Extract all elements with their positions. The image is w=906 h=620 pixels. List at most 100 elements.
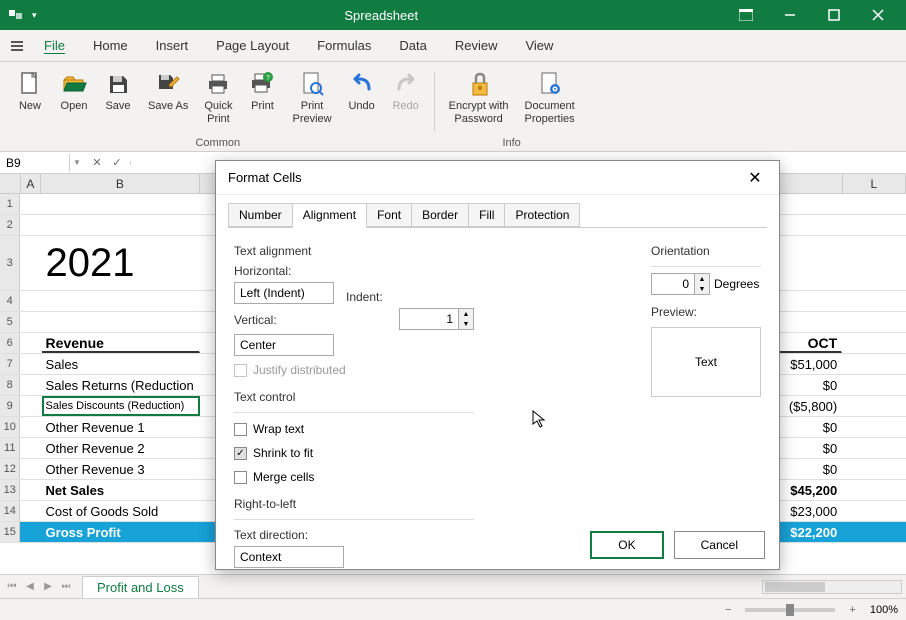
- indent-up-icon[interactable]: ▲: [459, 309, 473, 319]
- cell[interactable]: [842, 236, 906, 290]
- dialog-titlebar[interactable]: Format Cells ✕: [216, 161, 779, 195]
- cell[interactable]: [778, 291, 842, 311]
- text-direction-select[interactable]: [234, 546, 344, 568]
- dialog-close-button[interactable]: ✕: [743, 166, 767, 190]
- cell[interactable]: [842, 438, 906, 458]
- row-header[interactable]: 10: [0, 417, 20, 437]
- cell[interactable]: [842, 522, 906, 542]
- cell[interactable]: [20, 438, 41, 458]
- minimize-button[interactable]: [770, 1, 810, 29]
- open-button[interactable]: Open: [54, 66, 94, 130]
- justify-distributed-checkbox[interactable]: [234, 364, 247, 377]
- row-header[interactable]: 15: [0, 522, 20, 542]
- row-header[interactable]: 7: [0, 354, 20, 374]
- cell[interactable]: Cost of Goods Sold: [42, 501, 200, 521]
- merge-cells-checkbox[interactable]: [234, 471, 247, 484]
- formula-accept-icon[interactable]: ✓: [108, 154, 126, 172]
- ribbon-toggle-icon[interactable]: [726, 1, 766, 29]
- cell[interactable]: $22,200: [778, 522, 842, 542]
- cell[interactable]: [20, 354, 41, 374]
- col-header-A[interactable]: A: [21, 174, 42, 193]
- cell[interactable]: Other Revenue 1: [42, 417, 200, 437]
- horizontal-scrollbar[interactable]: [762, 580, 902, 594]
- horizontal-select[interactable]: [234, 282, 334, 304]
- cell[interactable]: 2021: [42, 236, 200, 290]
- cell[interactable]: Revenue: [42, 333, 200, 353]
- row-header[interactable]: 4: [0, 291, 20, 311]
- cell[interactable]: [20, 480, 41, 500]
- cell[interactable]: [842, 194, 906, 214]
- cell[interactable]: [842, 312, 906, 332]
- cell[interactable]: [42, 291, 200, 311]
- cell[interactable]: [20, 215, 41, 235]
- cell[interactable]: Net Sales: [42, 480, 200, 500]
- save-as-button[interactable]: Save As: [142, 66, 194, 130]
- cell[interactable]: [20, 396, 41, 416]
- row-header[interactable]: 1: [0, 194, 20, 214]
- name-box[interactable]: B9: [0, 154, 70, 172]
- cell[interactable]: OCT: [778, 333, 842, 353]
- tab-border[interactable]: Border: [411, 203, 469, 227]
- menu-data[interactable]: Data: [385, 32, 440, 59]
- cell[interactable]: [778, 312, 842, 332]
- row-header[interactable]: 13: [0, 480, 20, 500]
- zoom-slider[interactable]: [745, 608, 835, 612]
- tab-font[interactable]: Font: [366, 203, 412, 227]
- print-button[interactable]: ?Print: [242, 66, 282, 130]
- indent-input[interactable]: [399, 308, 459, 330]
- tab-fill[interactable]: Fill: [468, 203, 505, 227]
- cell[interactable]: [842, 215, 906, 235]
- cell[interactable]: [20, 291, 41, 311]
- cell[interactable]: Sales: [42, 354, 200, 374]
- cell[interactable]: Gross Profit: [42, 522, 200, 542]
- save-button[interactable]: Save: [98, 66, 138, 130]
- orientation-down-icon[interactable]: ▼: [695, 284, 709, 294]
- cell[interactable]: $0: [778, 459, 842, 479]
- cell[interactable]: [20, 194, 41, 214]
- cell[interactable]: [20, 459, 41, 479]
- cell[interactable]: [20, 417, 41, 437]
- row-header[interactable]: 14: [0, 501, 20, 521]
- doc-properties-button[interactable]: Document Properties: [519, 66, 581, 130]
- cell[interactable]: [20, 375, 41, 395]
- cell[interactable]: Other Revenue 3: [42, 459, 200, 479]
- row-header[interactable]: 6: [0, 333, 20, 353]
- cell[interactable]: [778, 215, 842, 235]
- wrap-text-checkbox[interactable]: [234, 423, 247, 436]
- ok-button[interactable]: OK: [590, 531, 663, 559]
- menu-insert[interactable]: Insert: [142, 32, 203, 59]
- cell[interactable]: [842, 291, 906, 311]
- name-box-dropdown-icon[interactable]: ▼: [70, 158, 84, 167]
- cell[interactable]: [20, 501, 41, 521]
- row-header[interactable]: 3: [0, 236, 20, 290]
- cancel-button[interactable]: Cancel: [674, 531, 765, 559]
- row-header[interactable]: 8: [0, 375, 20, 395]
- tab-prev-icon[interactable]: ◀: [22, 579, 38, 595]
- col-header-B[interactable]: B: [41, 174, 199, 193]
- cell[interactable]: [842, 333, 906, 353]
- zoom-out-button[interactable]: −: [721, 604, 735, 616]
- tab-alignment[interactable]: Alignment: [292, 203, 367, 227]
- vertical-select[interactable]: [234, 334, 334, 356]
- cell[interactable]: $0: [778, 375, 842, 395]
- cell[interactable]: [842, 417, 906, 437]
- close-button[interactable]: [858, 1, 898, 29]
- col-header-L[interactable]: L: [843, 174, 906, 193]
- cell[interactable]: [20, 333, 41, 353]
- menu-home[interactable]: Home: [79, 32, 142, 59]
- zoom-in-button[interactable]: +: [845, 604, 859, 616]
- tab-next-icon[interactable]: ▶: [40, 579, 56, 595]
- select-all-corner[interactable]: [0, 174, 21, 193]
- menu-view[interactable]: View: [511, 32, 567, 59]
- indent-down-icon[interactable]: ▼: [459, 319, 473, 329]
- row-header[interactable]: 9: [0, 396, 20, 416]
- redo-button[interactable]: Redo: [386, 66, 426, 130]
- menu-review[interactable]: Review: [441, 32, 512, 59]
- cell[interactable]: [42, 194, 200, 214]
- tab-protection[interactable]: Protection: [504, 203, 580, 227]
- cell[interactable]: ($5,800): [778, 396, 842, 416]
- cell[interactable]: [842, 396, 906, 416]
- cell[interactable]: $23,000: [778, 501, 842, 521]
- cell[interactable]: Sales Returns (Reduction: [42, 375, 200, 395]
- cell[interactable]: [778, 236, 842, 290]
